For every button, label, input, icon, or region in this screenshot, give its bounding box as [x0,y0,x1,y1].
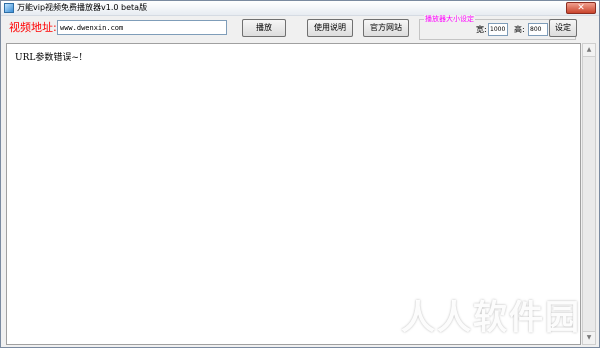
app-icon [4,3,14,13]
toolbar: 视频地址: 播放 使用说明 官方网站 播放器大小设定 宽: 高: 设定 [1,15,599,42]
app-window: 万能vip视频免费播放器v1.0 beta版 ✕ 视频地址: 播放 使用说明 官… [0,0,600,348]
height-label: 高: [514,25,525,34]
height-input[interactable] [528,23,548,36]
player-size-group-title: 播放器大小设定 [424,15,475,23]
chevron-up-icon[interactable]: ▲ [583,44,595,57]
play-button[interactable]: 播放 [242,19,286,37]
window-title: 万能vip视频免费播放器v1.0 beta版 [17,3,148,12]
width-label: 宽: [476,25,487,34]
close-button[interactable]: ✕ [566,2,596,14]
error-message: URL参数错误~! [15,53,83,63]
watermark: 人人软件园 [401,298,581,338]
chevron-down-icon[interactable]: ▼ [583,331,595,344]
close-icon: ✕ [577,3,585,13]
official-website-button[interactable]: 官方网站 [363,19,409,37]
help-button[interactable]: 使用说明 [307,19,353,37]
url-label: 视频地址: [9,21,57,34]
title-bar[interactable]: 万能vip视频免费播放器v1.0 beta版 ✕ [1,1,599,16]
vertical-scrollbar[interactable]: ▲ ▼ [582,43,596,345]
width-input[interactable] [488,23,508,36]
set-size-button[interactable]: 设定 [549,19,577,37]
url-input[interactable] [57,20,227,35]
